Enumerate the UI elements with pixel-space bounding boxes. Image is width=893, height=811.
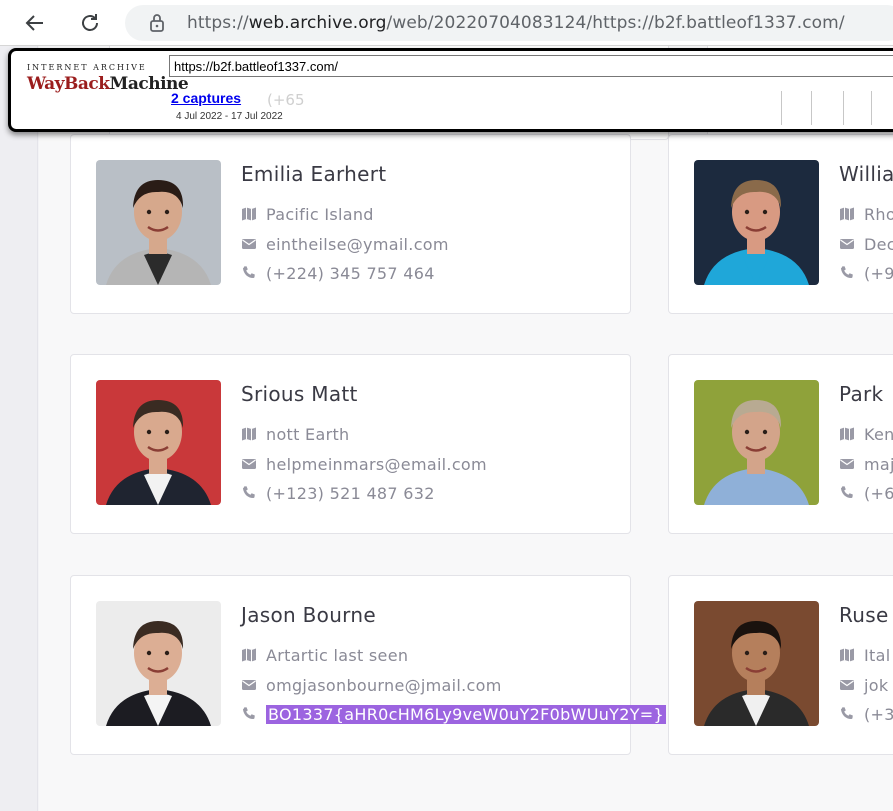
phone-icon <box>841 486 853 498</box>
phone-icon <box>841 266 853 278</box>
phone-text[interactable]: BO1337{aHR0cHM6Ly9veW0uY2F0bWUuY2Y=} <box>266 704 666 724</box>
contact-phone: (+123) 521 487 632 <box>241 481 435 505</box>
contact-photo <box>694 601 819 726</box>
email-text[interactable]: jok <box>864 676 888 695</box>
wayback-url-input[interactable] <box>169 55 893 77</box>
location-text: Ital <box>864 645 891 665</box>
contact-photo <box>96 601 221 726</box>
email-text[interactable]: helpmeinmars@email.com <box>266 455 487 474</box>
contact-location: Ken <box>839 422 893 446</box>
wayback-toolbar: INTERNET ARCHIVE WayBackMachine 2 captur… <box>8 48 893 132</box>
contact-card: Willia Rho Dec (+9 <box>668 134 893 314</box>
back-arrow-icon[interactable] <box>20 8 50 38</box>
page-viewport: Emilia Earhert Pacific Island eintheilse… <box>0 46 893 811</box>
phone-icon <box>243 486 255 498</box>
captures-link[interactable]: 2 captures <box>171 90 241 106</box>
location-text: Rho <box>864 204 893 224</box>
contact-card: Emilia Earhert Pacific Island eintheilse… <box>70 134 631 314</box>
contact-photo <box>694 380 819 505</box>
contact-email: maj <box>839 452 893 476</box>
contact-photo <box>96 380 221 505</box>
mail-icon <box>242 459 256 469</box>
email-text[interactable]: Dec <box>864 235 893 254</box>
map-icon <box>840 648 854 662</box>
ghost-text: (+65 <box>267 91 305 109</box>
contact-name: Emilia Earhert <box>241 162 387 186</box>
contact-name: Willia <box>839 162 893 186</box>
contact-location: Ital <box>839 643 890 667</box>
contact-email: Dec <box>839 232 893 256</box>
browser-toolbar: https://web.archive.org/web/202207040831… <box>0 0 893 46</box>
location-text: nott Earth <box>266 424 350 444</box>
map-icon <box>242 207 256 221</box>
wayback-logo[interactable]: INTERNET ARCHIVE WayBackMachine <box>27 63 189 94</box>
mail-icon <box>242 680 256 690</box>
email-text[interactable]: omgjasonbourne@jmail.com <box>266 676 502 695</box>
location-text: Artartic last seen <box>266 645 409 665</box>
map-icon <box>840 207 854 221</box>
phone-icon <box>243 266 255 278</box>
phone-text[interactable]: (+9 <box>864 264 893 283</box>
contact-phone: (+3 <box>839 702 893 726</box>
contact-email: eintheilse@ymail.com <box>241 232 449 256</box>
contact-name: Ruse <box>839 603 889 627</box>
contact-phone: (+9 <box>839 261 893 285</box>
map-icon <box>242 648 256 662</box>
mail-icon <box>840 459 854 469</box>
email-text[interactable]: eintheilse@ymail.com <box>266 235 449 254</box>
contact-card: Jason Bourne Artartic last seen omgjason… <box>70 575 666 755</box>
left-margin <box>0 46 38 811</box>
phone-icon <box>243 707 255 719</box>
contact-email: helpmeinmars@email.com <box>241 452 487 476</box>
contact-location: Artartic last seen <box>241 643 408 667</box>
contact-name: Jason Bourne <box>241 603 376 627</box>
location-text: Ken <box>864 424 893 444</box>
contact-name: Srious Matt <box>241 382 358 406</box>
contact-location: nott Earth <box>241 422 349 446</box>
capture-sparkline[interactable] <box>781 91 893 129</box>
map-icon <box>242 427 256 441</box>
phone-text[interactable]: (+3 <box>864 705 893 724</box>
contact-phone: BO1337{aHR0cHM6Ly9veW0uY2F0bWUuY2Y=} <box>241 702 666 726</box>
phone-text[interactable]: (+123) 521 487 632 <box>266 484 435 503</box>
contact-email: omgjasonbourne@jmail.com <box>241 673 502 697</box>
contact-location: Rho <box>839 202 893 226</box>
contact-email: jok <box>839 673 888 697</box>
contact-card: Srious Matt nott Earth helpmeinmars@emai… <box>70 354 631 534</box>
mail-icon <box>242 239 256 249</box>
contact-photo <box>694 160 819 285</box>
lock-icon <box>150 14 164 32</box>
contact-phone: (+6 <box>839 481 893 505</box>
contact-photo <box>96 160 221 285</box>
phone-text[interactable]: (+6 <box>864 484 893 503</box>
phone-icon <box>841 707 853 719</box>
address-url: https://web.archive.org/web/202207040831… <box>187 13 845 33</box>
mail-icon <box>840 680 854 690</box>
address-bar[interactable]: https://web.archive.org/web/202207040831… <box>125 5 893 41</box>
contact-card: Park Ken maj (+6 <box>668 354 893 534</box>
phone-text[interactable]: (+224) 345 757 464 <box>266 264 435 283</box>
contact-phone: (+224) 345 757 464 <box>241 261 435 285</box>
email-text[interactable]: maj <box>864 455 893 474</box>
contact-name: Park <box>839 382 884 406</box>
map-icon <box>840 427 854 441</box>
contact-card: Ruse Ital jok (+3 <box>668 575 893 755</box>
location-text: Pacific Island <box>266 204 374 224</box>
capture-date-range: 4 Jul 2022 - 17 Jul 2022 <box>176 111 283 122</box>
contact-location: Pacific Island <box>241 202 374 226</box>
mail-icon <box>840 239 854 249</box>
reload-icon[interactable] <box>75 8 105 38</box>
